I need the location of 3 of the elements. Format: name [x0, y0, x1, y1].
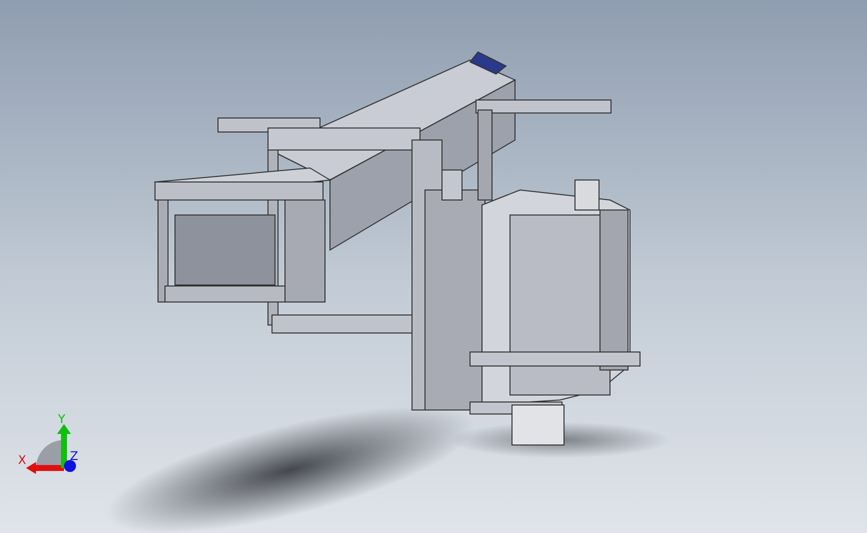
axis-label: X [18, 454, 26, 466]
axis-label: Z [70, 450, 78, 462]
axis-label: Y [58, 413, 66, 425]
